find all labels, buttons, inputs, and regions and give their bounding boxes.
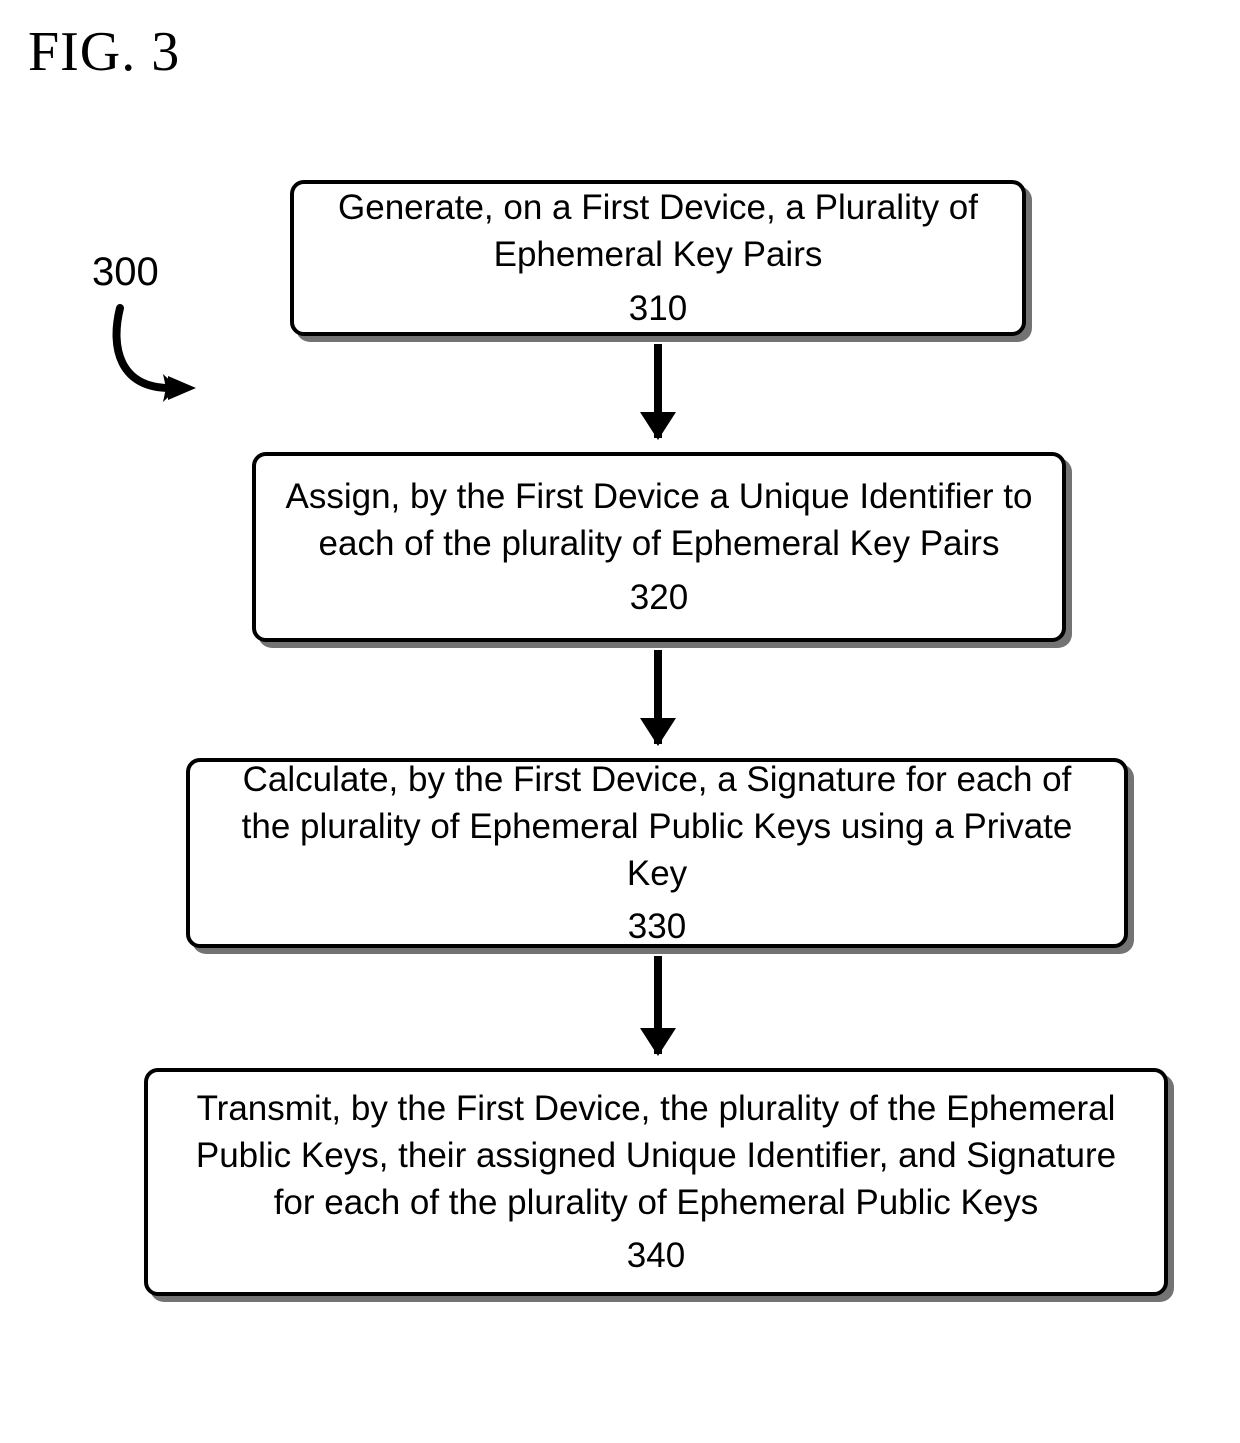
flow-step-320: Assign, by the First Device a Unique Ide… [252,452,1066,642]
flow-arrow-icon [654,956,662,1054]
flow-step-310: Generate, on a First Device, a Plurality… [290,180,1026,336]
reference-arrow-icon [100,298,220,418]
flow-step-text: Generate, on a First Device, a Plurality… [322,184,994,279]
flow-arrow-icon [654,650,662,744]
figure-reference-number: 300 [92,250,159,295]
figure-title: FIG. 3 [28,20,180,84]
flow-step-text: Transmit, by the First Device, the plura… [176,1085,1136,1227]
flow-step-340: Transmit, by the First Device, the plura… [144,1068,1168,1296]
flow-step-number: 340 [627,1232,685,1279]
flow-step-number: 320 [630,574,688,621]
flow-step-330: Calculate, by the First Device, a Signat… [186,758,1128,948]
flow-arrow-icon [654,344,662,438]
flow-step-text: Assign, by the First Device a Unique Ide… [284,473,1034,568]
flow-step-text: Calculate, by the First Device, a Signat… [218,756,1096,898]
flow-step-number: 330 [628,903,686,950]
flow-step-number: 310 [629,285,687,332]
